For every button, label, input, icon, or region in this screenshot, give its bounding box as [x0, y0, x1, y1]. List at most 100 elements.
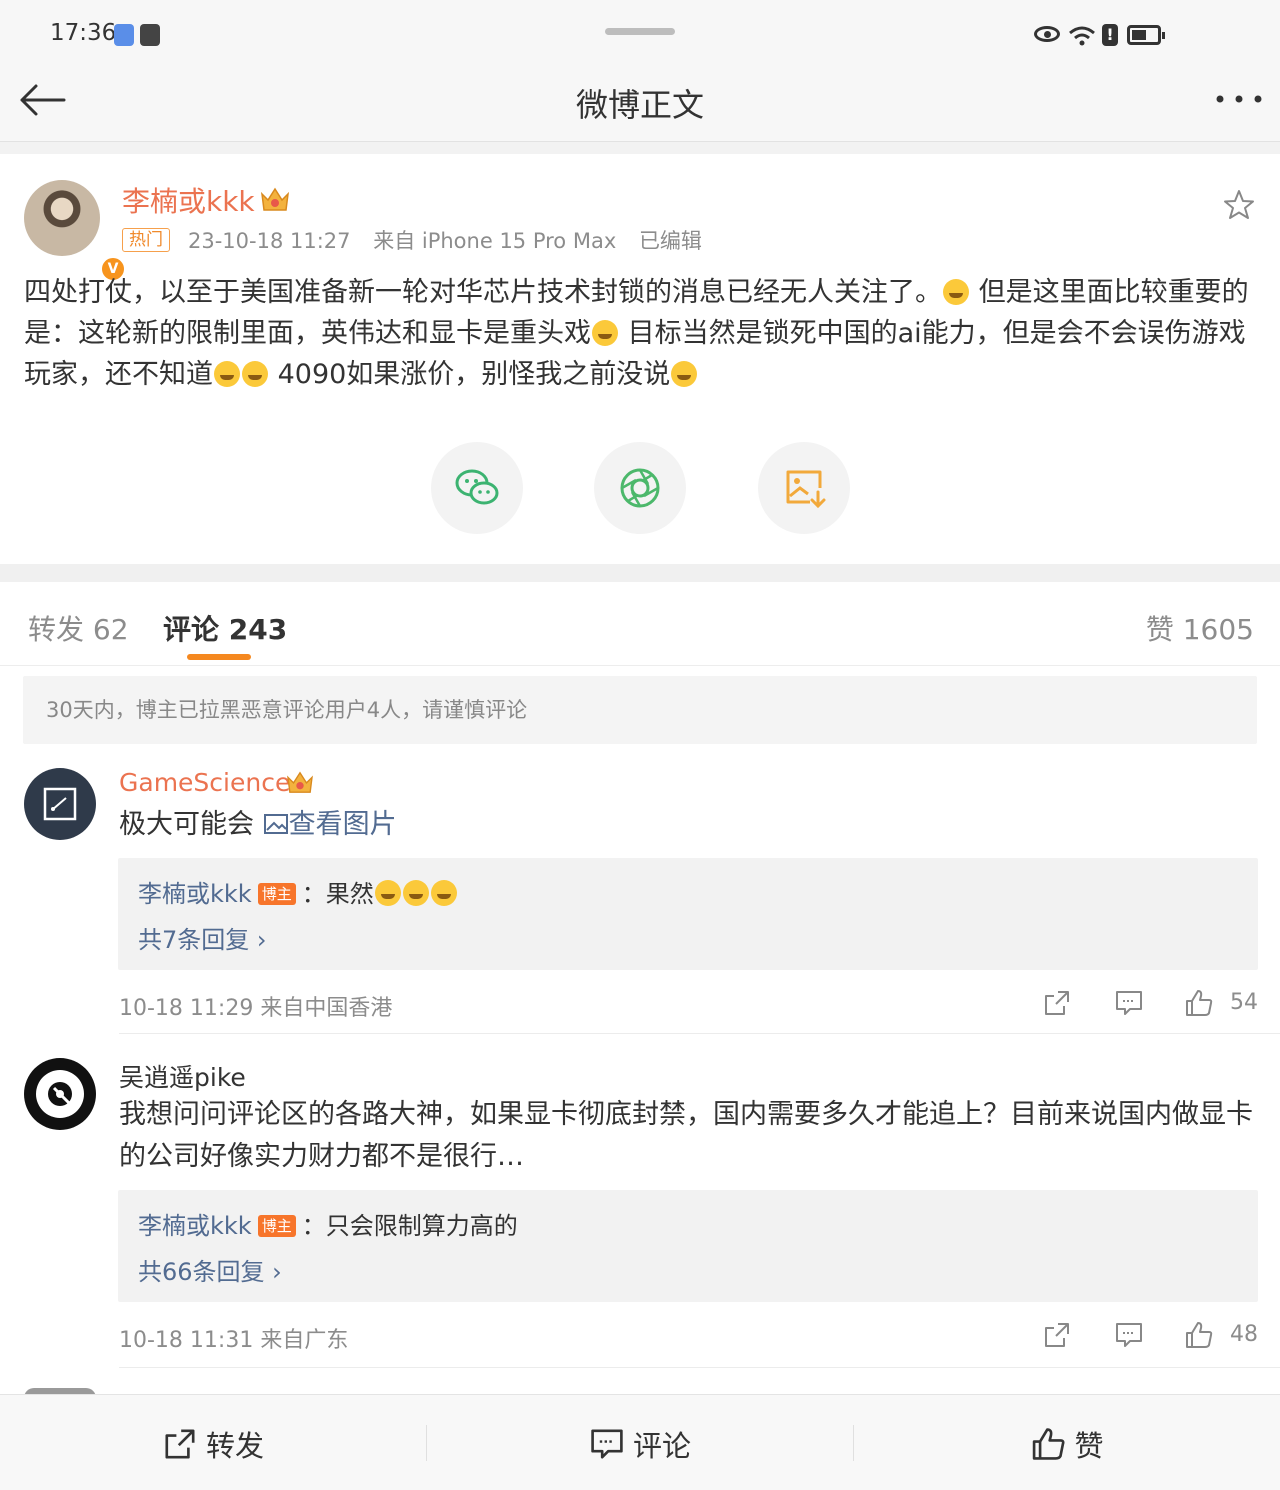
share-moments-button[interactable] [594, 442, 686, 534]
divider [119, 1033, 1280, 1034]
save-image-button[interactable] [758, 442, 850, 534]
repost-button[interactable]: 转发 [0, 1395, 426, 1490]
like-button-inner: 赞 [1030, 1423, 1104, 1463]
notification-info-icon [140, 24, 160, 46]
comment-item: GameScience 极大可能会 查看图片 李楠或kkk 博主 ：果然 共7条回复… [0, 752, 1280, 1034]
reply-text: ：果然 [301, 880, 374, 908]
section-gap [0, 142, 1280, 154]
comment-label: 评论 [632, 1429, 692, 1463]
tab-repost[interactable]: 转发 62 [28, 608, 129, 648]
comment-item: 吴逍遥pike 我想问问评论区的各路大神，如果显卡彻底封禁，国内需要多久才能追上… [0, 1042, 1280, 1368]
comment-notice: 30天内，博主已拉黑恶意评论用户4人，请谨慎评论 [23, 676, 1257, 744]
favorite-star-icon[interactable] [1222, 188, 1256, 222]
repost-icon[interactable] [1042, 988, 1072, 1018]
comment-body: 极大可能会 [119, 809, 254, 840]
laugh-cry-emoji-icon [430, 880, 457, 906]
wifi-icon [1069, 26, 1095, 46]
comment-icon [591, 1429, 623, 1459]
comment-text: 我想问问评论区的各路大神，如果显卡彻底封禁，国内需要多久才能追上？目前来说国内做… [119, 1099, 1253, 1172]
laugh-cry-emoji-icon [242, 361, 268, 387]
laugh-cry-emoji-icon [374, 880, 401, 906]
reply-preview[interactable]: 李楠或kkk 博主 ：果然 共7条回复 › [118, 858, 1258, 970]
like-thumb-icon[interactable] [1184, 1320, 1214, 1350]
reply-author[interactable]: 李楠或kkk [138, 1212, 252, 1240]
reply-preview[interactable]: 李楠或kkk 博主 ：只会限制算力高的 共66条回复 › [118, 1190, 1258, 1302]
like-count: 48 [1230, 1322, 1258, 1347]
laugh-cry-emoji-icon [214, 361, 240, 387]
like-button[interactable]: 赞 [854, 1395, 1280, 1490]
more-replies-link[interactable]: 共7条回复 › [138, 920, 267, 955]
eye-icon [1034, 26, 1060, 42]
crown-icon [287, 771, 313, 793]
post-edited[interactable]: 已编辑 [639, 229, 702, 253]
reply-line: 李楠或kkk 博主 ：果然 [138, 874, 458, 909]
image-icon [263, 814, 288, 834]
alert-icon: ! [1102, 24, 1118, 46]
commenter-name[interactable]: GameScience [119, 768, 290, 797]
comment-text: 极大可能会 查看图片 [119, 804, 1259, 846]
vinyl-logo-icon [36, 1070, 84, 1118]
status-bar: 17:36 ! [0, 0, 1280, 70]
comment-button[interactable]: 评论 [427, 1395, 853, 1490]
author-name[interactable]: 李楠或kkk [122, 180, 255, 220]
laugh-cry-emoji-icon [943, 279, 969, 305]
tab-active-indicator [187, 654, 251, 660]
weibo-post: V 李楠或kkk 热门 23-10-18 11:27 来自 iPhone 15 … [0, 154, 1280, 564]
divider [119, 1367, 1280, 1368]
author-avatar[interactable]: V [24, 180, 126, 282]
laugh-cry-emoji-icon [402, 880, 429, 906]
like-count: 54 [1230, 990, 1258, 1015]
drag-handle[interactable] [605, 28, 675, 35]
comment-icon[interactable] [1114, 1320, 1144, 1350]
commenter-name[interactable]: 吴逍遥pike [119, 1058, 246, 1094]
hot-badge: 热门 [122, 228, 170, 252]
post-time: 23-10-18 11:27 [188, 229, 351, 253]
comment-actions: 54 [1038, 988, 1258, 1022]
repost-label: 转发 [205, 1429, 265, 1463]
reply-text: ：只会限制算力高的 [301, 1212, 518, 1240]
like-thumb-icon[interactable] [1184, 988, 1214, 1018]
view-image-link[interactable]: 查看图片 [263, 809, 397, 840]
comment-button-inner: 评论 [589, 1423, 691, 1463]
share-wechat-button[interactable] [431, 442, 523, 534]
tab-like[interactable]: 赞 1605 [1146, 608, 1254, 648]
section-gap [0, 564, 1280, 582]
view-image-label: 查看图片 [288, 809, 397, 840]
post-tabs: 转发 62 评论 243 赞 1605 [0, 582, 1280, 666]
tab-comment[interactable]: 评论 243 [163, 608, 287, 648]
more-options-icon[interactable] [1214, 84, 1264, 114]
reply-author[interactable]: 李楠或kkk [138, 880, 252, 908]
more-replies-link[interactable]: 共66条回复 › [138, 1252, 282, 1287]
comment-meta: 10-18 11:29 来自中国香港 [119, 996, 393, 1021]
wechat-icon [455, 469, 499, 505]
notification-app-icon [114, 24, 134, 46]
like-thumb-icon [1032, 1428, 1065, 1460]
blogger-badge: 博主 [257, 883, 296, 905]
post-text: 四处打仗，以至于美国准备新一轮对华芯片技术封锁的消息已经无人关注了。 但是这里面… [24, 272, 1260, 395]
commenter-avatar[interactable] [24, 1058, 96, 1130]
blogger-badge: 博主 [257, 1215, 296, 1237]
battery-icon [1127, 25, 1165, 45]
post-meta: 23-10-18 11:27 来自 iPhone 15 Pro Max 已编辑 [188, 225, 718, 255]
reply-line: 李楠或kkk 博主 ：只会限制算力高的 [138, 1206, 518, 1241]
moments-icon [620, 468, 660, 508]
comment-meta: 10-18 11:31 来自广东 [119, 1328, 349, 1353]
share-row [0, 442, 1280, 534]
post-source: 来自 iPhone 15 Pro Max [373, 229, 617, 253]
like-label: 赞 [1074, 1429, 1104, 1463]
nav-header: 微博正文 [0, 70, 1280, 142]
repost-icon[interactable] [1042, 1320, 1072, 1350]
save-image-icon [786, 470, 826, 509]
smirk-emoji-icon [671, 361, 698, 387]
commenter-avatar[interactable] [24, 768, 96, 840]
crown-icon [260, 187, 290, 211]
post-text-part: 四处打仗，以至于美国准备新一轮对华芯片技术封锁的消息已经无人关注了。 [24, 277, 942, 308]
bottom-action-bar: 转发 评论 赞 [0, 1394, 1280, 1490]
sleepy-emoji-icon [592, 320, 618, 346]
status-icons: ! [1034, 22, 1165, 48]
repost-icon [165, 1429, 195, 1459]
status-time: 17:36 [50, 20, 117, 46]
post-text-part: 4090如果涨价，别怪我之前没说 [269, 359, 671, 390]
game-science-logo-icon [43, 787, 77, 821]
comment-icon[interactable] [1114, 988, 1144, 1018]
